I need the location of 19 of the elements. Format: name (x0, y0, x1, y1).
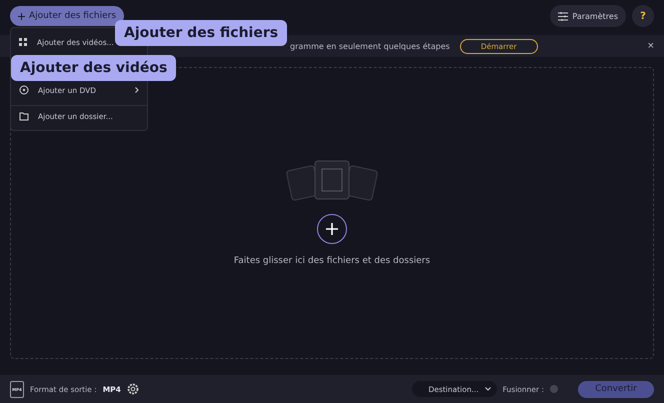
settings-icon[interactable] (126, 383, 139, 395)
settings-button[interactable]: Paramètres (550, 5, 626, 27)
sliders-icon (558, 12, 568, 20)
folder-icon (19, 112, 29, 121)
add-button[interactable] (317, 214, 347, 244)
chevron-icon (135, 87, 139, 93)
caret-icon (484, 387, 491, 391)
film-grid-icon (19, 38, 28, 46)
plus-icon (325, 222, 339, 236)
add-files-button[interactable]: Ajouter des fichiers (10, 6, 124, 26)
banner-text: gramme en seulement quelques étapes (290, 42, 450, 50)
drop-hint: Faites glisser ici des fichiers et des dossiers (234, 256, 430, 266)
merge-toggle[interactable] (550, 385, 558, 393)
close-button[interactable]: × (648, 40, 654, 52)
disc-icon (19, 85, 29, 95)
help-button[interactable]: ? (632, 5, 654, 27)
plus-icon (18, 12, 25, 20)
callout-tooltip: Ajouter des vidéos (11, 55, 176, 81)
callout-tooltip: Ajouter des fichiers (115, 20, 288, 46)
